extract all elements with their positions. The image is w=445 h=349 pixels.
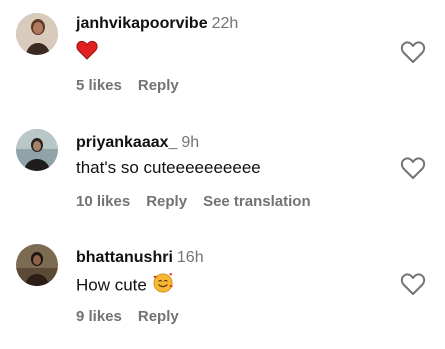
see-translation-link[interactable]: See translation [203, 193, 311, 210]
username[interactable]: bhattanushri [76, 249, 173, 266]
red-heart-icon [76, 40, 98, 66]
reply-button[interactable]: Reply [138, 77, 179, 94]
comment-meta: 9 likes Reply [76, 307, 195, 327]
smiling-face-with-hearts-icon [152, 272, 174, 300]
avatar[interactable] [16, 244, 58, 286]
comment-text: How cute [76, 272, 174, 300]
reply-button[interactable]: Reply [138, 308, 179, 325]
like-button[interactable] [400, 156, 426, 180]
like-button[interactable] [400, 272, 426, 296]
timestamp: 9h [181, 134, 200, 151]
like-button[interactable] [400, 40, 426, 64]
comment-text: that's so cuteeeeeeeeee [76, 158, 261, 177]
likes-count[interactable]: 5 likes [76, 77, 122, 94]
comment-header: bhattanushri 16h [76, 248, 204, 268]
reply-button[interactable]: Reply [146, 193, 187, 210]
comment-meta: 10 likes Reply See translation [76, 192, 327, 212]
username[interactable]: janhvikapoorvibe [76, 15, 208, 32]
likes-count[interactable]: 10 likes [76, 193, 130, 210]
heart-outline-icon [400, 273, 426, 295]
avatar[interactable] [16, 13, 58, 55]
comment-text [76, 40, 98, 66]
likes-count[interactable]: 9 likes [76, 308, 122, 325]
username[interactable]: priyankaaax_ [76, 134, 177, 151]
comment-header: janhvikapoorvibe 22h [76, 14, 238, 34]
comment-meta: 5 likes Reply [76, 76, 195, 96]
timestamp: 16h [176, 249, 204, 266]
heart-outline-icon [400, 157, 426, 179]
comments-list: janhvikapoorvibe 22h 5 likes Reply priya… [0, 0, 445, 349]
comment-header: priyankaaax_ 9h [76, 133, 199, 153]
heart-outline-icon [400, 41, 426, 63]
avatar[interactable] [16, 129, 58, 171]
timestamp: 22h [211, 15, 239, 32]
